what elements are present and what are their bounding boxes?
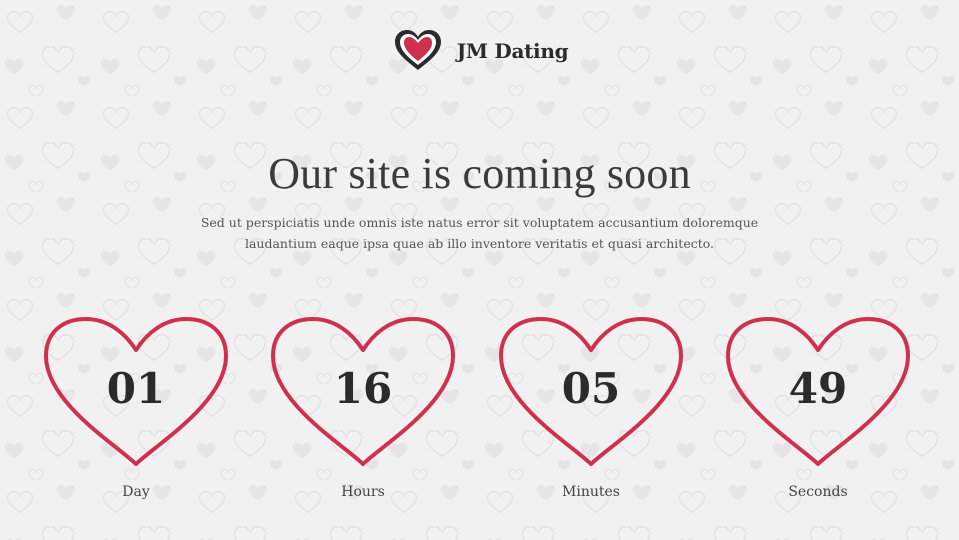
- countdown: 01 Day 16 Hours 05 Minutes 49 Seconds: [0, 316, 959, 516]
- countdown-minutes: 05 Minutes: [498, 316, 688, 506]
- countdown-hours-value: 16: [333, 364, 393, 413]
- countdown-days-value: 01: [106, 364, 166, 413]
- countdown-minutes-label: Minutes: [562, 484, 620, 500]
- countdown-seconds-value: 49: [788, 364, 848, 413]
- countdown-hours: 16 Hours: [270, 316, 460, 506]
- countdown-seconds: 49 Seconds: [725, 316, 915, 506]
- page-title: Our site is coming soon: [268, 149, 691, 198]
- countdown-days-label: Day: [122, 484, 150, 500]
- description-line-1: Sed ut perspiciatis unde omnis iste natu…: [200, 215, 759, 230]
- page-description: Sed ut perspiciatis unde omnis iste natu…: [180, 212, 779, 254]
- coming-soon-page: JM Dating Our site is coming soon Sed ut…: [0, 0, 959, 540]
- countdown-hours-label: Hours: [341, 484, 385, 500]
- countdown-seconds-label: Seconds: [788, 484, 848, 500]
- countdown-minutes-value: 05: [561, 364, 621, 413]
- countdown-days: 01 Day: [43, 316, 233, 506]
- heart-logo-icon: [391, 28, 445, 74]
- brand-header: JM Dating: [0, 28, 959, 74]
- brand-name[interactable]: JM Dating: [457, 39, 569, 63]
- description-line-2: laudantium eaque ipsa quae ab illo inven…: [244, 236, 715, 251]
